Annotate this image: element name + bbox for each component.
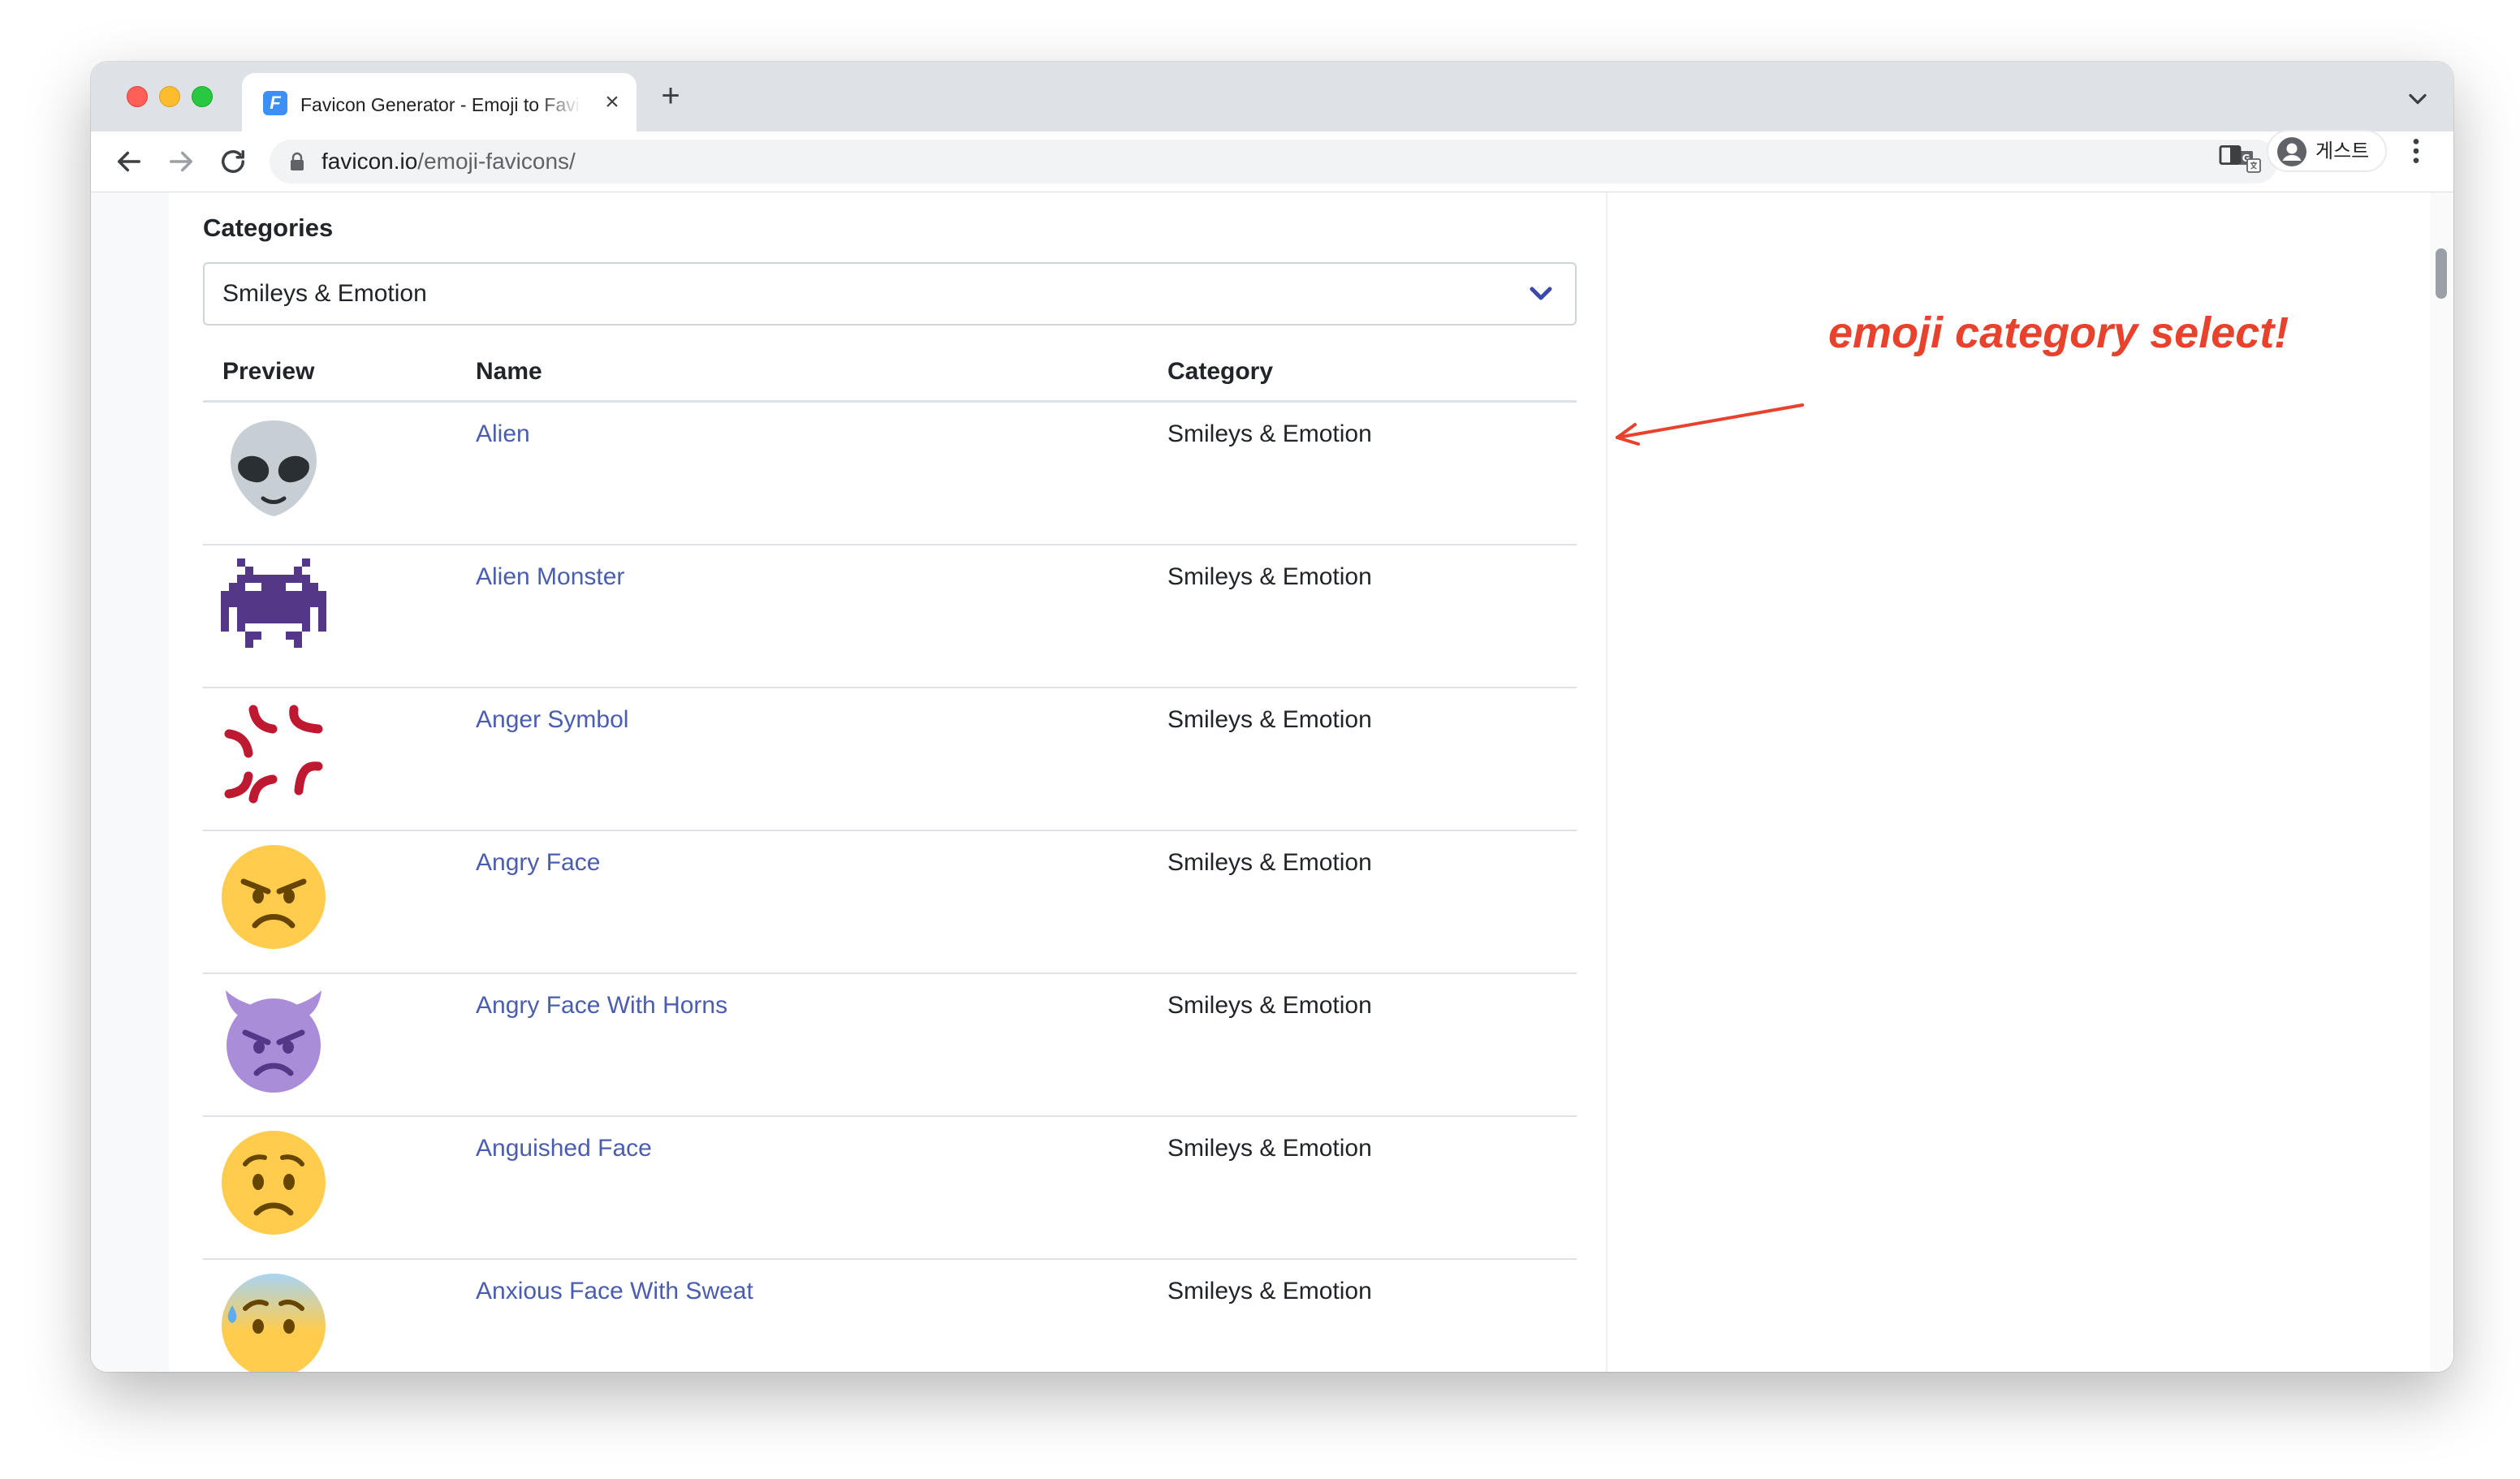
header-name: Name xyxy=(476,358,542,385)
browser-window: F Favicon Generator - Emoji to Favicon ×… xyxy=(91,62,2453,1372)
table-row: Anger Symbol Smileys & Emotion xyxy=(203,688,1577,831)
table-row: Angry Face Smileys & Emotion xyxy=(203,831,1577,974)
browser-toolbar: favicon.io/emoji-favicons/ G xyxy=(91,132,2453,192)
tab-strip: F Favicon Generator - Emoji to Favicon ×… xyxy=(91,62,2453,132)
table-row: Alien Monster Smileys & Emotion xyxy=(203,545,1577,688)
emoji-category-cell: Smileys & Emotion xyxy=(1167,849,1372,876)
zoom-window-button[interactable] xyxy=(192,86,213,107)
header-category: Category xyxy=(1167,358,1274,385)
header-preview: Preview xyxy=(222,358,315,385)
emoji-name-link[interactable]: Anxious Face With Sweat xyxy=(476,1278,753,1305)
profile-button[interactable]: 게스트 xyxy=(2267,130,2387,172)
new-tab-button[interactable]: + xyxy=(653,78,688,114)
table-row: Angry Face With Horns Smileys & Emotion xyxy=(203,974,1577,1117)
forward-arrow-icon[interactable] xyxy=(164,144,198,179)
anger-symbol-emoji-icon xyxy=(224,705,323,804)
close-tab-icon[interactable]: × xyxy=(599,89,625,115)
emoji-name-link[interactable]: Angry Face With Horns xyxy=(476,992,727,1020)
emoji-name-link[interactable]: Anger Symbol xyxy=(476,706,628,734)
table-row: Anxious Face With Sweat Smileys & Emotio… xyxy=(203,1260,1577,1372)
emoji-name-link[interactable]: Alien xyxy=(476,420,530,448)
angry-face-with-horns-emoji-icon xyxy=(226,990,321,1093)
category-select-value: Smileys & Emotion xyxy=(222,280,427,307)
profile-label: 게스트 xyxy=(2315,140,2370,162)
emoji-category-cell: Smileys & Emotion xyxy=(1167,1278,1372,1304)
close-window-button[interactable] xyxy=(127,86,148,107)
tab-favicon-generator[interactable]: F Favicon Generator - Emoji to Favicon × xyxy=(242,73,636,132)
emoji-category-cell: Smileys & Emotion xyxy=(1167,420,1372,447)
categories-label: Categories xyxy=(203,213,334,242)
emoji-name-link[interactable]: Alien Monster xyxy=(476,563,624,591)
annotation-arrow-icon xyxy=(1616,403,1804,446)
url-text[interactable]: favicon.io/emoji-favicons/ xyxy=(321,140,576,183)
side-panel-icon[interactable] xyxy=(2216,141,2244,169)
anxious-face-with-sweat-emoji-icon xyxy=(222,1274,326,1372)
alien-monster-emoji-icon xyxy=(221,558,326,648)
chevron-down-icon xyxy=(1530,287,1552,300)
emoji-category-cell: Smileys & Emotion xyxy=(1167,563,1372,590)
table-row: Alien Smileys & Emotion xyxy=(203,403,1577,545)
tab-search-chevron-icon[interactable] xyxy=(2403,84,2432,114)
emoji-category-cell: Smileys & Emotion xyxy=(1167,1135,1372,1162)
table-header: Preview Name Category xyxy=(203,351,1577,403)
emoji-name-link[interactable]: Angry Face xyxy=(476,849,600,877)
angry-face-emoji-icon xyxy=(222,845,326,949)
emoji-category-cell: Smileys & Emotion xyxy=(1167,706,1372,733)
site-favicon-icon: F xyxy=(263,91,287,115)
emoji-table: Preview Name Category Alien Smileys & Em… xyxy=(203,351,1577,1372)
page-viewport: Categories Smileys & Emotion Preview Nam… xyxy=(91,192,2453,1372)
reload-icon[interactable] xyxy=(216,144,250,179)
url-host: favicon.io xyxy=(321,149,418,174)
lock-icon[interactable] xyxy=(289,152,305,171)
minimize-window-button[interactable] xyxy=(159,86,180,107)
alien-emoji-icon xyxy=(231,420,317,516)
anguished-face-emoji-icon xyxy=(222,1131,326,1235)
url-path: /emoji-favicons/ xyxy=(417,149,576,174)
emoji-category-cell: Smileys & Emotion xyxy=(1167,992,1372,1019)
annotation-text: emoji category select! xyxy=(1828,308,2289,357)
back-arrow-icon[interactable] xyxy=(112,144,146,179)
address-bar[interactable]: favicon.io/emoji-favicons/ G xyxy=(270,140,2278,183)
scrollbar-thumb[interactable] xyxy=(2436,248,2447,299)
tab-title: Favicon Generator - Emoji to Favicon xyxy=(300,94,581,115)
page-scrollbar[interactable] xyxy=(2431,192,2453,1372)
more-menu-icon[interactable] xyxy=(2400,135,2432,167)
table-row: Anguished Face Smileys & Emotion xyxy=(203,1117,1577,1260)
profile-avatar-icon xyxy=(2277,137,2306,166)
emoji-name-link[interactable]: Anguished Face xyxy=(476,1135,652,1162)
category-select[interactable]: Smileys & Emotion xyxy=(203,262,1577,326)
page-gutter xyxy=(91,192,169,1372)
